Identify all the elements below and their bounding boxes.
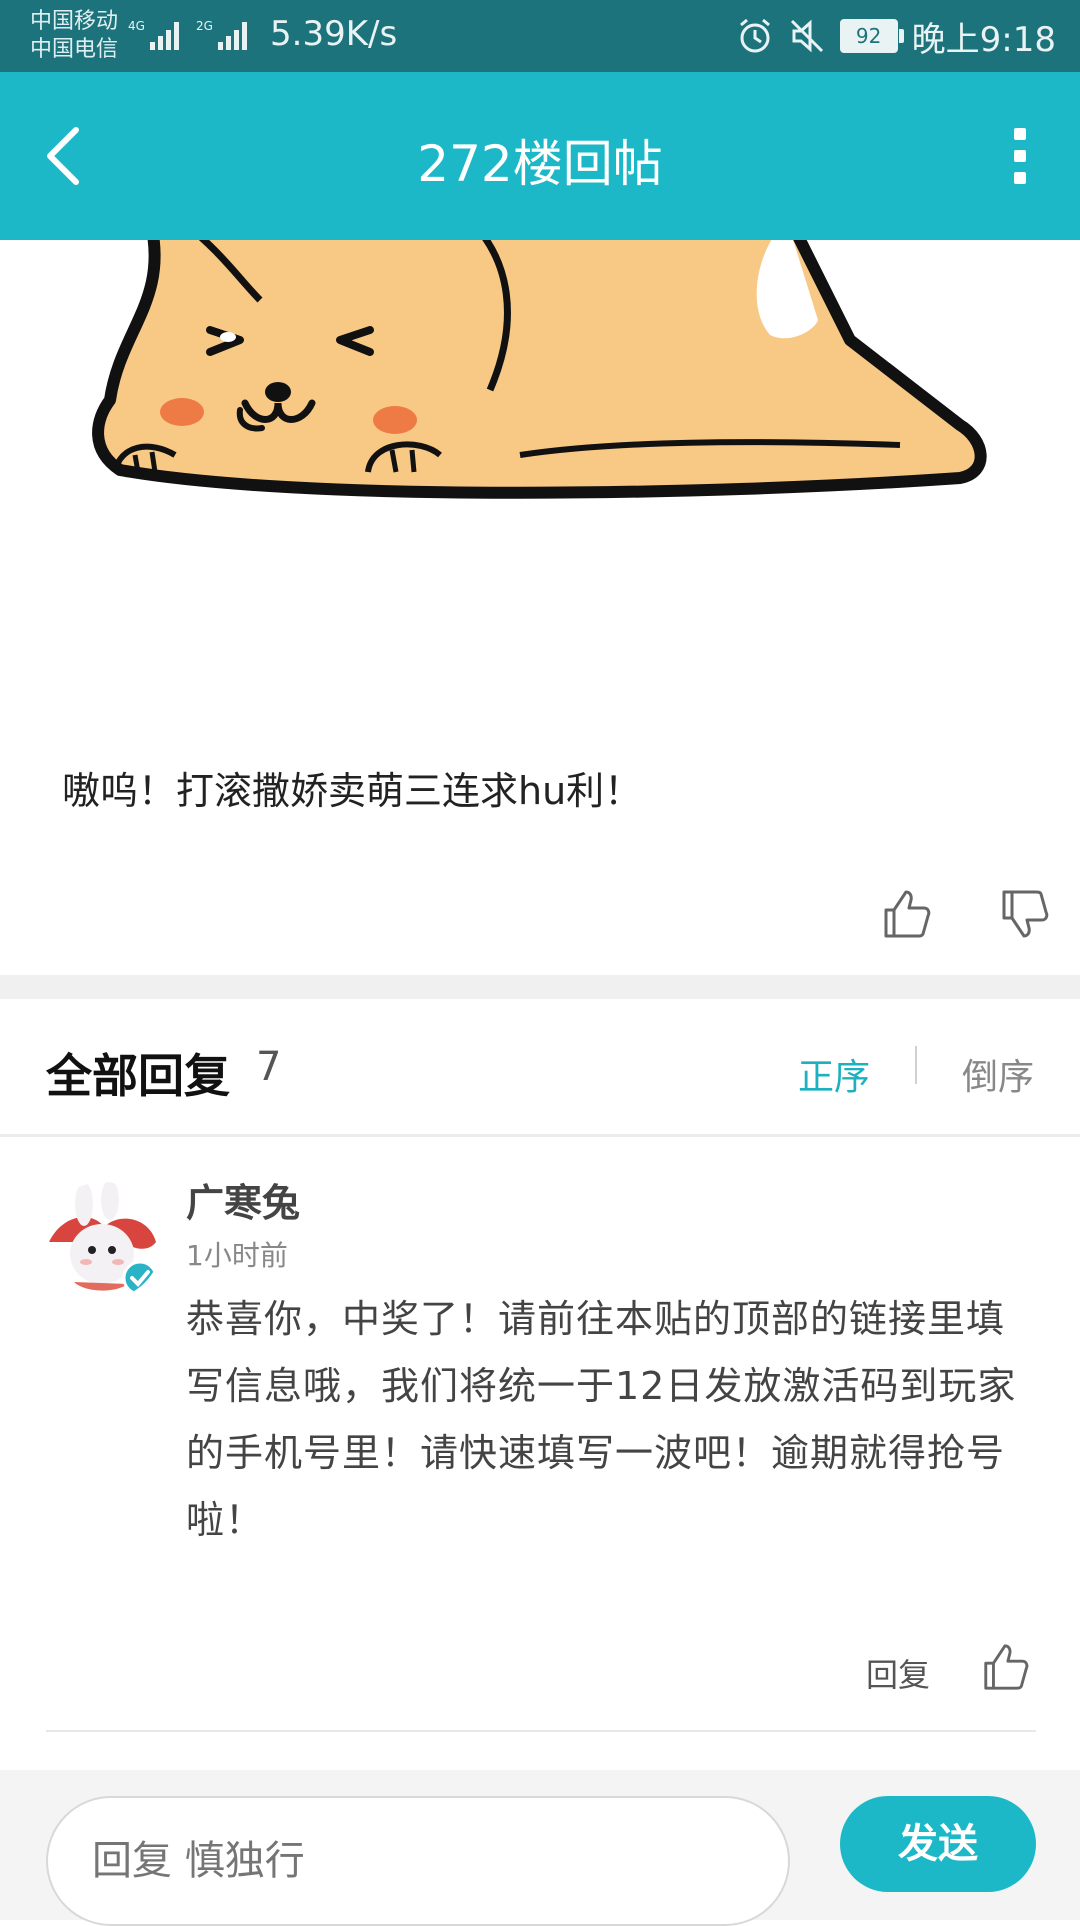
thumbs-up-icon[interactable] xyxy=(980,1642,1030,1692)
post-text: 嗷呜！打滚撒娇卖萌三连求hu利！ xyxy=(62,769,643,813)
page-title: 272楼回帖 xyxy=(417,135,663,193)
sort-separator xyxy=(915,1046,917,1084)
sort-descending-tab[interactable]: 倒序 xyxy=(962,1048,1034,1100)
shiba-dog-sticker xyxy=(92,240,987,499)
header-divider xyxy=(0,1134,1080,1137)
alarm-icon xyxy=(739,18,770,53)
avatar[interactable] xyxy=(44,1182,162,1300)
thumbs-down-icon[interactable] xyxy=(998,888,1050,940)
network-1-label: 4G xyxy=(128,19,145,33)
clock: 晚上9:18 xyxy=(911,19,1056,60)
signal-4g-icon: 4G xyxy=(128,19,179,50)
bottom-bar: 发送 xyxy=(0,1770,1080,1926)
mute-icon xyxy=(790,19,823,53)
network-2-label: 2G xyxy=(196,19,213,33)
net-speed: 5.39K/s xyxy=(270,14,398,54)
battery-icon: 92 xyxy=(839,19,904,53)
replies-title: 全部回复 xyxy=(46,1049,230,1103)
reply-divider xyxy=(46,1730,1036,1732)
signal-2g-icon: 2G xyxy=(196,19,247,50)
section-divider xyxy=(0,975,1080,999)
post-image[interactable] xyxy=(0,240,1080,570)
carrier-2: 中国电信 xyxy=(30,37,119,62)
replies-header: 全部回复 7 正序 倒序 xyxy=(0,1000,1080,1132)
replies-count: 7 xyxy=(256,1044,282,1090)
thumbs-up-icon[interactable] xyxy=(880,888,932,940)
carrier-labels: 中国移动 中国电信 xyxy=(30,8,118,64)
rabbit-avatar xyxy=(44,1182,162,1300)
status-right: 92 晚上9:18 xyxy=(736,12,1056,60)
reply-username[interactable]: 广寒兔 xyxy=(186,1172,300,1227)
carrier-1: 中国移动 xyxy=(30,9,119,34)
send-button[interactable]: 发送 xyxy=(840,1796,1036,1892)
reply-input[interactable] xyxy=(46,1796,790,1926)
more-vertical-icon[interactable] xyxy=(996,120,1044,192)
reply-timestamp: 1小时前 xyxy=(186,1239,288,1272)
reply-body: 恭喜你，中奖了！请前往本贴的顶部的链接里填写信息哦，我们将统一于12日发放激活码… xyxy=(186,1297,1017,1542)
status-bar: 中国移动 中国电信 4G 2G 5.39K/s 92 晚上9:18 xyxy=(0,0,1080,72)
app-bar: 272楼回帖 xyxy=(0,72,1080,240)
reply-button[interactable]: 回复 xyxy=(866,1650,930,1696)
sort-ascending-tab[interactable]: 正序 xyxy=(798,1048,870,1100)
